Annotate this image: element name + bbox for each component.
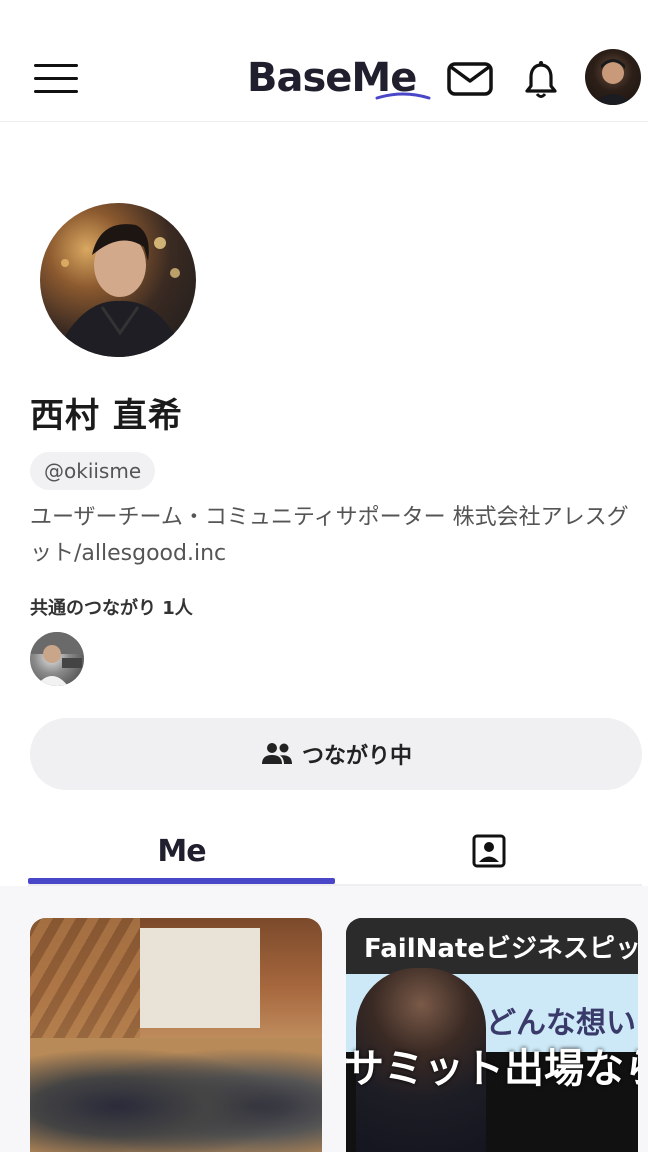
baseme-logo[interactable]: BaseMe (247, 54, 431, 102)
profile-handle-badge: @okiisme (30, 452, 156, 490)
logo-swoosh-icon (375, 92, 431, 100)
hamburger-menu-icon[interactable] (34, 60, 80, 94)
bell-icon[interactable] (524, 60, 558, 100)
tab-profile-card[interactable] (335, 818, 642, 884)
connected-button-label: つながり中 (301, 744, 412, 769)
people-icon (261, 743, 292, 764)
profile-name: 西村 直希 (30, 396, 183, 436)
mutual-connections-label: 共通のつながり 1人 (30, 598, 193, 619)
mutual-connection-avatar[interactable] (30, 632, 84, 686)
video-card-headline: サミット出場なら (346, 1046, 638, 1092)
app-header: BaseMe (0, 0, 648, 122)
profile-bio: ユーザーチーム・コミュニティサポーター 株式会社アレスグット/allesgood… (30, 505, 629, 566)
tab-me-label: Me (157, 833, 206, 869)
profile-tabs: Me (28, 818, 642, 886)
profile-card-icon (472, 834, 505, 868)
mail-icon[interactable] (447, 62, 493, 96)
video-card-title: FailNateビジネスピッチ (364, 934, 638, 964)
connected-button[interactable]: つながり中 (30, 718, 642, 790)
post-card-photo[interactable] (30, 918, 322, 1152)
tab-me[interactable]: Me (28, 818, 335, 884)
active-tab-indicator (28, 878, 335, 884)
current-user-avatar[interactable] (585, 49, 641, 105)
post-card-video[interactable]: FailNateビジネスピッチ どんな想い サミット出場なら (346, 918, 638, 1152)
profile-avatar (40, 203, 196, 357)
